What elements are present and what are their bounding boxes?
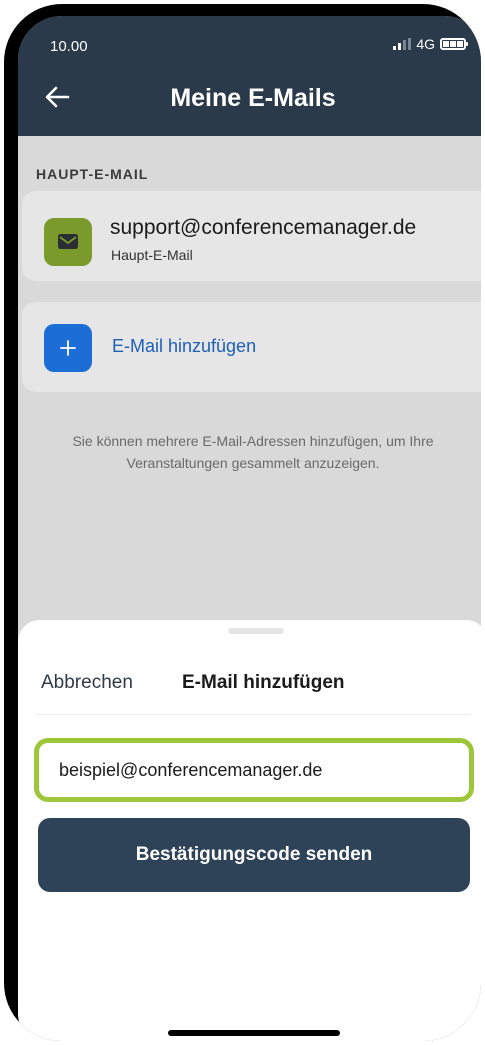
plus-icon (44, 324, 92, 372)
divider (36, 714, 470, 715)
primary-email-card[interactable]: support@conferencemanager.de Haupt-E-Mai… (22, 191, 481, 281)
battery-icon (440, 38, 468, 50)
status-indicators: 4G (393, 36, 468, 52)
section-label: HAUPT-E-MAIL (36, 166, 149, 182)
sheet-grabber[interactable] (228, 628, 284, 634)
primary-email-tag: Haupt-E-Mail (111, 247, 193, 263)
send-code-button[interactable]: Bestätigungscode senden (38, 818, 470, 892)
mail-icon (44, 218, 92, 266)
page-title: Meine E-Mails (170, 84, 336, 112)
network-label: 4G (416, 36, 435, 52)
email-field-wrapper (34, 738, 474, 802)
cancel-button[interactable]: Abbrechen (41, 672, 133, 694)
status-time: 10.00 (50, 38, 88, 55)
home-indicator[interactable] (168, 1030, 340, 1036)
add-email-sheet: Abbrechen E-Mail hinzufügen Bestätigungs… (18, 620, 481, 1041)
sheet-title: E-Mail hinzufügen (182, 672, 345, 693)
app-screen: 10.00 4G Meine E-Mails HAUPT-E-MAIL supp… (18, 16, 481, 1041)
add-email-row[interactable]: E-Mail hinzufügen (22, 302, 481, 392)
primary-email-address: support@conferencemanager.de (110, 216, 417, 239)
app-header: 10.00 4G Meine E-Mails (18, 16, 481, 136)
email-field[interactable] (39, 743, 469, 797)
hint-text: Sie können mehrere E-Mail-Adressen hinzu… (72, 433, 434, 471)
signal-icon (393, 38, 412, 50)
phone-frame: 10.00 4G Meine E-Mails HAUPT-E-MAIL supp… (4, 4, 481, 1041)
add-email-label: E-Mail hinzufügen (112, 336, 257, 356)
